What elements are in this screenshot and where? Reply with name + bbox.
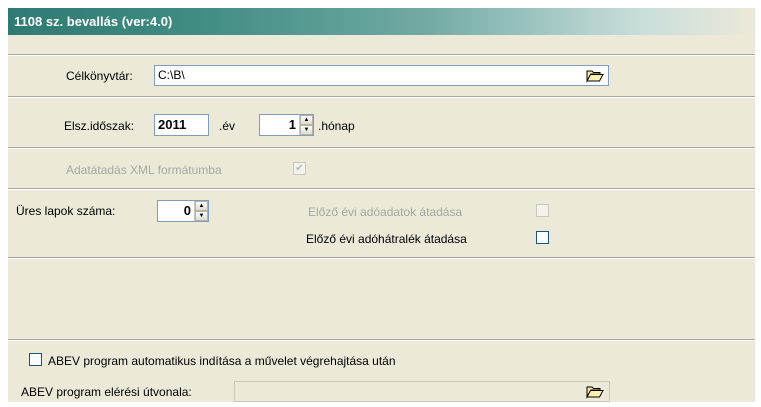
separator-highlight — [8, 189, 755, 190]
separator-highlight — [8, 148, 755, 149]
prev-year-data-checkbox[interactable] — [536, 204, 549, 217]
separator-highlight — [8, 55, 755, 56]
empty-pages-label: Üres lapok száma: — [16, 204, 116, 218]
separator-highlight — [8, 340, 755, 341]
xml-export-label: Adatátadás XML formátumba — [66, 163, 222, 177]
arrow-up-icon[interactable]: ▲ — [300, 115, 313, 125]
empty-pages-value: 0 — [183, 203, 191, 218]
empty-pages-stepper[interactable]: 0 ▲ ▼ — [157, 200, 209, 222]
period-label: Elsz.időszak: — [64, 119, 135, 133]
abev-path-label: ABEV program elérési útvonala: — [21, 385, 192, 399]
abev-path-input[interactable] — [234, 381, 610, 402]
abev-autostart-checkbox[interactable] — [29, 353, 42, 366]
period-year-suffix: .év — [219, 119, 236, 133]
separator-highlight — [8, 97, 755, 98]
prev-year-arrears-label: Előző évi adóhátralék átadása — [306, 232, 467, 246]
prev-year-data-label: Előző évi adóadatok átadása — [308, 205, 463, 219]
prev-year-arrears-checkbox[interactable] — [536, 231, 549, 244]
arrow-down-icon[interactable]: ▼ — [300, 125, 313, 135]
target-dir-input[interactable]: C:\B\ — [154, 65, 609, 86]
target-dir-browse-button[interactable] — [584, 66, 606, 85]
target-dir-label: Célkönyvtár: — [66, 69, 133, 83]
arrow-up-icon[interactable]: ▲ — [195, 201, 208, 211]
period-month-stepper[interactable]: 1 ▲ ▼ — [259, 114, 314, 136]
arrow-down-icon[interactable]: ▼ — [195, 211, 208, 221]
xml-export-checkbox[interactable]: ✔ — [293, 162, 306, 175]
abev-path-browse-button[interactable] — [584, 382, 606, 401]
separator-highlight — [8, 258, 755, 259]
folder-open-icon — [586, 386, 604, 399]
abev-autostart-label: ABEV program automatikus indítása a műve… — [48, 354, 396, 368]
period-month-suffix: .hónap — [318, 119, 355, 133]
checkmark-icon: ✔ — [295, 162, 304, 174]
period-year-input[interactable]: 2011 — [154, 114, 209, 136]
period-month-value: 1 — [288, 117, 296, 132]
folder-open-icon — [586, 70, 604, 83]
dialog-title: 1108 sz. bevallás (ver:4.0) — [8, 8, 755, 35]
